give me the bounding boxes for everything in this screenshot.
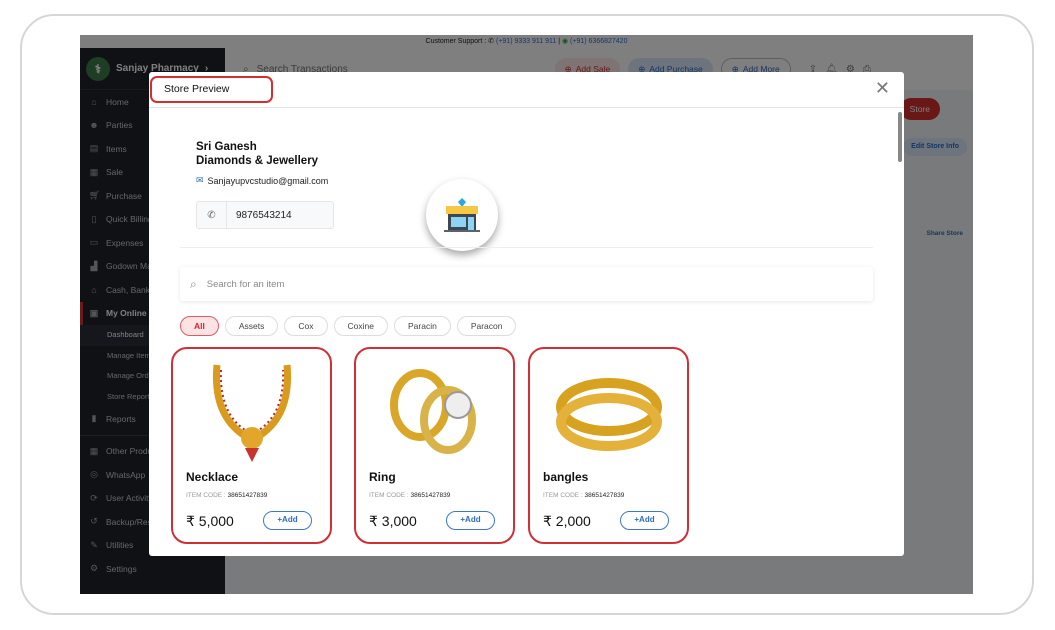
- code-label: ITEM CODE :: [543, 492, 583, 499]
- code-value: 38651427839: [410, 492, 451, 499]
- code-label: ITEM CODE :: [186, 492, 226, 499]
- product-card[interactable]: Ring ITEM CODE : 38651427839 ₹ 3,000 +Add: [354, 347, 515, 544]
- category-chip[interactable]: All: [180, 316, 219, 336]
- search-icon: ⌕: [190, 276, 197, 291]
- store-name-line2: Diamonds & Jewellery: [196, 155, 319, 167]
- code-label: ITEM CODE :: [369, 492, 409, 499]
- phone-icon: ✆: [197, 202, 227, 228]
- app-window: Customer Support : ✆ (+91) 9333 911 911 …: [80, 35, 973, 594]
- necklace-image: [212, 364, 292, 462]
- store-name-line1: Sri Ganesh: [196, 141, 257, 153]
- ring-image: [390, 368, 476, 454]
- add-to-cart-button[interactable]: +Add: [446, 511, 495, 530]
- code-value: 38651427839: [227, 492, 268, 499]
- category-chip[interactable]: Cox: [284, 316, 328, 336]
- product-card[interactable]: Necklace ITEM CODE : 38651427839 ₹ 5,000 +A…: [171, 347, 332, 544]
- search-placeholder: Search for an item: [206, 278, 285, 290]
- store-email: ✉ Sanjayupvcstudio@gmail.com: [196, 175, 328, 186]
- category-chip[interactable]: Paracin: [393, 316, 451, 336]
- item-search-input[interactable]: ⌕ Search for an item: [180, 267, 873, 301]
- product-price: ₹ 5,000: [186, 513, 234, 529]
- modal-title: Store Preview: [150, 76, 273, 103]
- phone-text: 9876543214: [236, 209, 292, 221]
- close-icon[interactable]: ✕: [875, 78, 890, 99]
- store-avatar: [426, 179, 498, 251]
- category-chip[interactable]: Paracon: [456, 316, 517, 336]
- product-code: ITEM CODE : 38651427839: [186, 492, 267, 499]
- product-code: ITEM CODE : 38651427839: [543, 492, 624, 499]
- code-value: 38651427839: [584, 492, 625, 499]
- bangles-image: [556, 378, 662, 451]
- store-phone: ✆ 9876543214: [196, 201, 334, 229]
- store-name: Sri Ganesh Diamonds & Jewellery: [196, 140, 318, 168]
- store-preview-modal: Store Preview ✕ Sri Ganesh Diamonds & Jewe…: [149, 72, 904, 556]
- product-price: ₹ 3,000: [369, 513, 417, 529]
- product-name: Necklace: [186, 470, 239, 484]
- category-chip[interactable]: Coxine: [333, 316, 388, 336]
- add-to-cart-button[interactable]: +Add: [263, 511, 312, 530]
- mail-icon: ✉: [196, 175, 204, 185]
- store-icon: [444, 198, 480, 232]
- product-card[interactable]: bangles ITEM CODE : 38651427839 ₹ 2,000 +Ad…: [528, 347, 689, 544]
- product-name: Ring: [369, 470, 396, 484]
- product-name: bangles: [543, 470, 589, 484]
- scrollbar[interactable]: [898, 112, 902, 162]
- category-chip[interactable]: Assets: [224, 316, 279, 336]
- product-code: ITEM CODE : 38651427839: [369, 492, 450, 499]
- email-text: Sanjayupvcstudio@gmail.com: [207, 175, 329, 186]
- product-price: ₹ 2,000: [543, 513, 591, 529]
- add-to-cart-button[interactable]: +Add: [620, 511, 669, 530]
